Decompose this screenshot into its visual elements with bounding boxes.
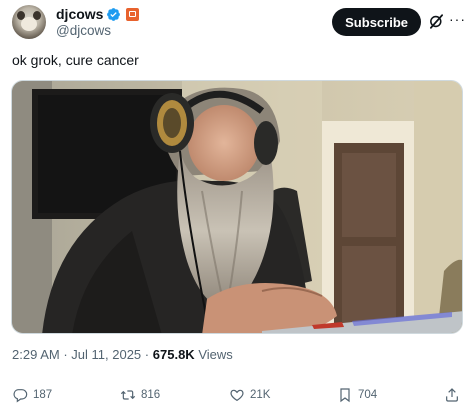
author-display-name[interactable]: djcows (56, 6, 103, 22)
photo-image (12, 81, 462, 333)
tweet-photo[interactable] (11, 80, 463, 334)
author-block: djcows @djcows (56, 5, 140, 38)
repost-icon (120, 390, 136, 400)
more-icon[interactable]: ··· (449, 12, 467, 30)
meta-separator: · (63, 347, 68, 362)
repost-count: 816 (141, 389, 161, 401)
bookmark-icon (340, 388, 350, 403)
meta-separator: · (144, 347, 150, 362)
bookmark-count: 704 (358, 389, 378, 401)
tweet-time[interactable]: 2:29 AM (12, 347, 60, 362)
tweet-date[interactable]: Jul 11, 2025 (71, 347, 141, 362)
repost-button[interactable]: 816 (120, 387, 160, 403)
reply-button[interactable]: 187 (12, 387, 52, 403)
like-count: 21K (250, 389, 271, 401)
like-button[interactable]: 21K (229, 387, 270, 403)
affiliate-badge-icon[interactable] (126, 7, 140, 21)
avatar[interactable] (12, 5, 46, 39)
reply-count: 187 (33, 389, 53, 401)
tweet-meta: 2:29 AM · Jul 11, 2025 · 675.8K Views (12, 347, 233, 362)
reply-icon (13, 389, 28, 403)
tweet-text: ok grok, cure cancer (12, 52, 139, 68)
like-icon (230, 389, 244, 402)
views-label: Views (198, 347, 233, 362)
author-handle[interactable]: @djcows (56, 23, 139, 38)
subscribe-button[interactable]: Subscribe (332, 8, 421, 36)
share-icon (446, 388, 458, 402)
views-count: 675.8K (152, 347, 195, 362)
verified-badge-icon (107, 7, 121, 21)
tweet-actions: 187 816 21K 704 (12, 387, 463, 407)
grok-icon[interactable] (428, 13, 445, 30)
bookmark-button[interactable]: 704 (337, 387, 377, 403)
share-button[interactable] (444, 387, 460, 403)
tweet-header: djcows @djcows Subscribe ··· (12, 3, 467, 39)
display-name-row: djcows (56, 5, 140, 23)
